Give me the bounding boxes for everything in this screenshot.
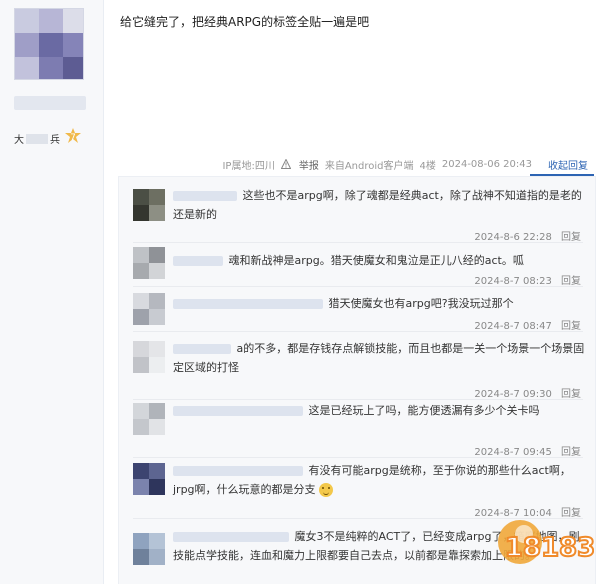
post-meta: IP属地:四川 举报 来自Android客户端 4楼 2024-08-06 20…	[104, 156, 600, 176]
reply-username-redacted[interactable]	[173, 406, 303, 416]
reply-text: 这些也不是arpg啊，除了魂都是经典act，除了战神不知道指的是老的还是新的	[173, 186, 585, 224]
reply-content: a的不多，都是存钱存点解锁技能，而且也都是一关一个场景一个场景固定区域的打怪	[173, 342, 585, 374]
reply-avatar[interactable]	[133, 533, 165, 565]
author-column: 大 兵 7	[0, 0, 104, 584]
reply-content: 猎天使魔女也有arpg吧?我没玩过那个	[328, 297, 514, 310]
post-time: 2024-08-06 20:43	[441, 158, 532, 170]
reply-avatar[interactable]	[133, 463, 165, 495]
author-name-blur	[26, 133, 48, 144]
collapse-replies-button[interactable]: 收起回复	[548, 157, 588, 172]
reply-divider	[133, 331, 583, 332]
reply-footer: 2024-8-7 08:47 回复	[474, 317, 581, 332]
reply-text: 猎天使魔女也有arpg吧?我没玩过那个	[173, 294, 585, 313]
reply-text: 这是已经玩上了吗，能方便透漏有多少个关卡吗	[173, 401, 585, 420]
reply-divider	[133, 242, 583, 243]
author-name-left: 大	[14, 135, 24, 146]
reply-divider	[133, 457, 583, 458]
level-badge-icon: 7	[65, 128, 81, 143]
floor-number: 4楼	[419, 160, 436, 172]
reply-footer: 2024-8-7 08:23 回复	[474, 272, 581, 287]
reply-text: 魂和新战神是arpg。猎天使魔女和鬼泣是正儿八经的act。呱	[173, 251, 585, 270]
reply-content: 魂和新战神是arpg。猎天使魔女和鬼泣是正儿八经的act。呱	[228, 254, 524, 267]
warning-icon	[280, 159, 291, 169]
reply-username-redacted[interactable]	[173, 256, 223, 266]
author-name[interactable]: 大 兵	[14, 131, 60, 146]
reply-footer: 2024-8-7 09:30 回复	[474, 385, 581, 400]
post-main: 给它缝完了，把经典ARPG的标签全贴一遍是吧 IP属地:四川 举报 来自Andr…	[104, 0, 600, 584]
reply-username-redacted[interactable]	[173, 191, 237, 201]
site-watermark-logo: 18183	[498, 520, 594, 564]
reply-username-redacted[interactable]	[173, 344, 231, 354]
reply-footer: 2024-8-6 22:28 回复	[474, 228, 581, 243]
watermark-text: 18183	[505, 533, 594, 563]
reply-avatar[interactable]	[133, 189, 165, 221]
author-avatar[interactable]	[14, 8, 84, 80]
ip-location: IP属地:四川	[222, 160, 275, 172]
level-number: 7	[70, 133, 76, 143]
report-link[interactable]: 举报	[280, 157, 319, 172]
report-label: 举报	[298, 160, 319, 172]
post-content: 给它缝完了，把经典ARPG的标签全贴一遍是吧	[120, 15, 370, 29]
reply-avatar[interactable]	[133, 247, 165, 279]
author-name-right: 兵	[50, 135, 60, 146]
author-name-redacted	[14, 96, 86, 110]
reply-username-redacted[interactable]	[173, 532, 289, 542]
reply-divider	[133, 286, 583, 287]
reply-divider	[133, 399, 583, 400]
smile-emoji-icon	[319, 483, 334, 497]
reply-avatar[interactable]	[133, 293, 165, 325]
reply-text: a的不多，都是存钱存点解锁技能，而且也都是一关一个场景一个场景固定区域的打怪	[173, 339, 585, 377]
reply-username-redacted[interactable]	[173, 299, 323, 309]
reply-footer: 2024-8-7 09:45 回复	[474, 443, 581, 458]
reply-username-redacted[interactable]	[173, 466, 303, 476]
reply-avatar[interactable]	[133, 403, 165, 435]
reply-content: 这是已经玩上了吗，能方便透漏有多少个关卡吗	[308, 404, 540, 417]
reply-text: 有没有可能arpg是统称，至于你说的那些什么act啊，jrpg啊，什么玩意的都是…	[173, 461, 585, 499]
client-source[interactable]: 来自Android客户端	[325, 157, 414, 172]
reply-avatar[interactable]	[133, 341, 165, 373]
